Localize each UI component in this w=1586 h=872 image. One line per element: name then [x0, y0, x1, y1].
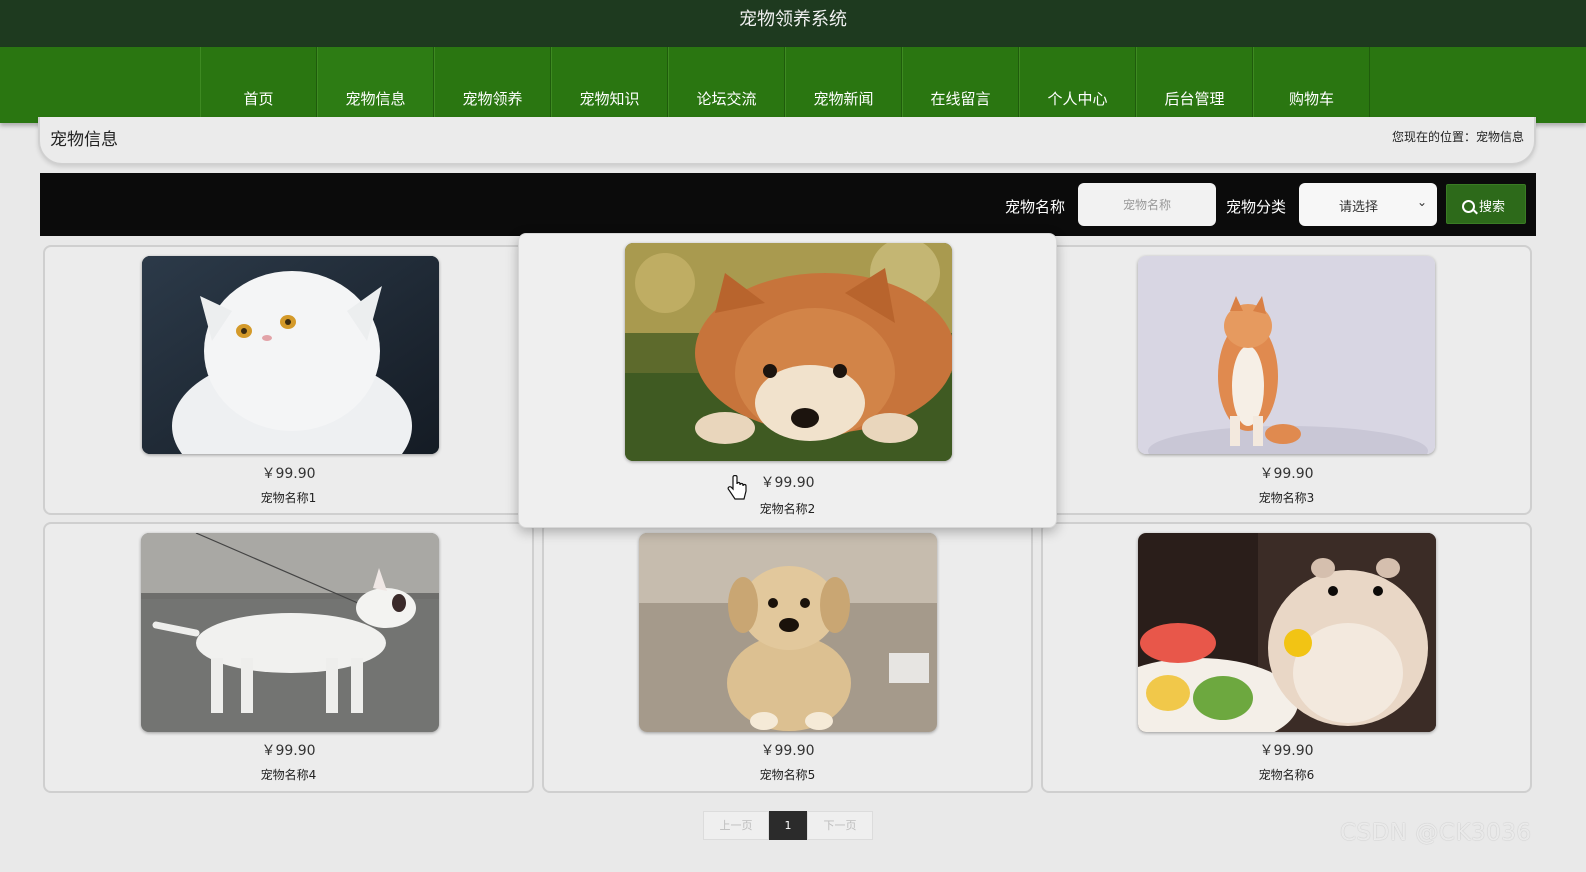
pet-card-4[interactable]: ￥99.90 宠物名称4 — [43, 522, 534, 793]
nav-item-admin[interactable]: 后台管理 — [1136, 47, 1253, 123]
pet-name[interactable]: 宠物名称6 — [1043, 766, 1530, 783]
pagination: 上一页 1 下一页 — [703, 811, 873, 840]
pet-image-white-persian-cat[interactable] — [142, 256, 439, 454]
search-bar: 宠物名称 宠物分类 请选择 ⌄ 搜索 — [40, 173, 1536, 236]
pet-price: ￥99.90 — [760, 743, 815, 759]
search-button[interactable]: 搜索 — [1446, 184, 1526, 224]
main-nav: 首页 宠物信息 宠物领养 宠物知识 论坛交流 宠物新闻 在线留言 个人中心 后台… — [0, 47, 1586, 123]
pet-image-orange-cat-sitting[interactable] — [1138, 256, 1435, 454]
nav-item-pet-adoption[interactable]: 宠物领养 — [434, 47, 551, 123]
breadcrumb: 宠物信息 您现在的位置：宠物信息 — [38, 117, 1536, 165]
pet-price: ￥99.90 — [1259, 743, 1314, 759]
pet-card-3[interactable]: ￥99.90 宠物名称3 — [1041, 245, 1532, 515]
watermark: CSDN @CK3036 — [1340, 820, 1532, 846]
site-title: 宠物领养系统 — [739, 9, 847, 30]
category-selected-value: 请选择 — [1339, 200, 1379, 215]
nav-item-profile[interactable]: 个人中心 — [1019, 47, 1136, 123]
pet-card-2[interactable]: ￥99.90 宠物名称2 — [518, 233, 1057, 528]
page-title: 宠物信息 — [50, 130, 118, 150]
pet-image-shiba-dog-lying[interactable] — [625, 243, 952, 461]
search-button-label: 搜索 — [1479, 200, 1506, 215]
pet-name-input[interactable] — [1078, 183, 1216, 226]
nav-item-message[interactable]: 在线留言 — [902, 47, 1019, 123]
nav-item-home[interactable]: 首页 — [200, 47, 317, 123]
nav-item-pet-info[interactable]: 宠物信息 — [317, 47, 434, 123]
site-header: 宠物领养系统 — [0, 0, 1586, 47]
pet-category-label: 宠物分类 — [1226, 198, 1287, 216]
pet-name[interactable]: 宠物名称3 — [1043, 489, 1530, 506]
nav-item-pet-news[interactable]: 宠物新闻 — [785, 47, 902, 123]
pet-name[interactable]: 宠物名称1 — [45, 489, 532, 506]
search-icon — [1462, 200, 1475, 213]
pet-image-hamster-eating[interactable] — [1138, 533, 1436, 732]
page-number-current[interactable]: 1 — [769, 811, 807, 840]
nav-item-forum[interactable]: 论坛交流 — [668, 47, 785, 123]
next-page-button[interactable]: 下一页 — [807, 811, 873, 840]
pet-price: ￥99.90 — [261, 743, 316, 759]
pet-price: ￥99.90 — [760, 475, 815, 491]
pet-price: ￥99.90 — [1259, 466, 1314, 482]
nav-item-pet-knowledge[interactable]: 宠物知识 — [551, 47, 668, 123]
pet-category-select[interactable]: 请选择 ⌄ — [1299, 183, 1437, 226]
nav-items: 首页 宠物信息 宠物领养 宠物知识 论坛交流 宠物新闻 在线留言 个人中心 后台… — [200, 47, 1370, 123]
pet-card-5[interactable]: ￥99.90 宠物名称5 — [542, 522, 1033, 793]
pet-name[interactable]: 宠物名称2 — [519, 500, 1056, 517]
pet-price: ￥99.90 — [261, 466, 316, 482]
current-position: 您现在的位置：宠物信息 — [1391, 130, 1524, 144]
pet-image-bull-terrier[interactable] — [141, 533, 439, 732]
nav-item-cart[interactable]: 购物车 — [1253, 47, 1370, 123]
pet-card-6[interactable]: ￥99.90 宠物名称6 — [1041, 522, 1532, 793]
pet-card-1[interactable]: ￥99.90 宠物名称1 — [43, 245, 534, 515]
chevron-down-icon: ⌄ — [1416, 195, 1427, 209]
prev-page-button[interactable]: 上一页 — [703, 811, 769, 840]
pet-name-label: 宠物名称 — [1005, 198, 1066, 216]
hand-cursor-icon — [726, 474, 748, 507]
pet-name[interactable]: 宠物名称4 — [45, 766, 532, 783]
pet-image-labrador-puppy[interactable] — [639, 533, 937, 732]
pet-name[interactable]: 宠物名称5 — [544, 766, 1031, 783]
